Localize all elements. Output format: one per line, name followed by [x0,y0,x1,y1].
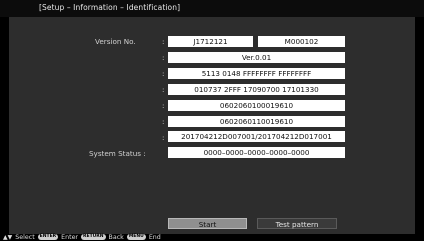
info-row-field: 5113 0148 FFFFFFFF FFFFFFFF [168,68,345,79]
colon: : [162,101,165,110]
info-row-field: 0602060100019610 [168,100,345,111]
menu-key-icon: MENU [126,234,146,240]
test-pattern-button[interactable]: Test pattern [257,218,337,229]
return-key-icon: RETURN [81,234,106,240]
back-hint: Back [108,233,124,241]
colon: : [162,69,165,78]
enter-key-icon: ENTER [37,234,59,240]
version-label: Version No. [95,37,136,46]
enter-hint: Enter [61,233,79,241]
colon: : [162,85,165,94]
version-sub-field: M000102 [258,36,345,47]
info-row-field: 010737 2FFF 17090700 17101330 [168,84,345,95]
version-main-field: J1712121 [168,36,253,47]
colon: : [162,117,165,126]
title-bar: [Setup – Information – Identification] [0,0,424,17]
colon: : [162,133,165,142]
info-row-field: 201704212D007001/201704212D017001 [168,131,345,142]
system-status-label: System Status : [89,149,146,158]
identification-screen: [Setup – Information – Identification] V… [0,0,424,241]
colon: : [162,37,165,46]
select-hint: Select [15,233,35,241]
info-row-field: Ver.0.01 [168,52,345,63]
footer-hints: ▲▼ Select ENTER Enter RETURN Back MENU E… [3,233,424,241]
system-status-field: 0000–0000–0000–0000–0000 [168,147,345,158]
end-hint: End [148,233,161,241]
colon: : [162,53,165,62]
start-button[interactable]: Start [168,218,247,229]
breadcrumb: [Setup – Information – Identification] [39,3,181,12]
arrow-keys-icon: ▲▼ [3,233,13,241]
info-row-field: 0602060110019610 [168,116,345,127]
